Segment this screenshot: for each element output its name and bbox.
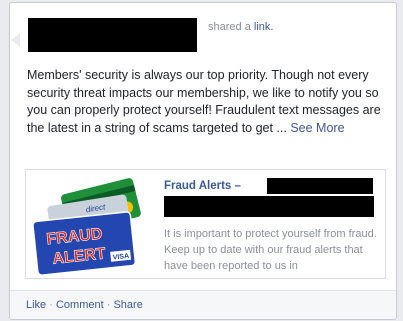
attachment-title[interactable]: Fraud Alerts –: [164, 180, 241, 192]
action-separator: ·: [49, 299, 53, 311]
story-message: Members' security is always our top prio…: [27, 67, 391, 137]
comment-link[interactable]: Comment: [56, 299, 104, 311]
shared-prefix: shared a: [208, 21, 251, 33]
story-action-bar: Like · Comment · Share: [10, 290, 396, 319]
attachment-description: It is important to protect yourself from…: [164, 228, 377, 272]
feed-story-card: shared a link. Members' security is alwa…: [9, 2, 397, 320]
attachment-details: Fraud Alerts – It is important to protec…: [161, 170, 383, 278]
shared-link-caption: shared a link.: [208, 21, 273, 33]
redacted-title-part2: [164, 196, 374, 217]
like-link[interactable]: Like: [26, 299, 46, 311]
story-pointer-notch: [11, 33, 20, 47]
action-separator: ·: [106, 299, 111, 311]
link-attachment[interactable]: direct FRAUD ALERT VISA Fraud Alerts – I…: [25, 169, 386, 279]
fraud-alert-thumbnail[interactable]: direct FRAUD ALERT VISA: [29, 172, 157, 276]
see-more-link[interactable]: See More: [290, 121, 344, 135]
redacted-author-name: [28, 18, 197, 52]
redacted-title-part1: [267, 178, 373, 194]
story-actions: Like · Comment · Share: [26, 299, 143, 311]
story-header: shared a link.: [28, 16, 388, 52]
share-link[interactable]: Share: [113, 299, 142, 311]
shared-link[interactable]: link.: [254, 21, 274, 33]
